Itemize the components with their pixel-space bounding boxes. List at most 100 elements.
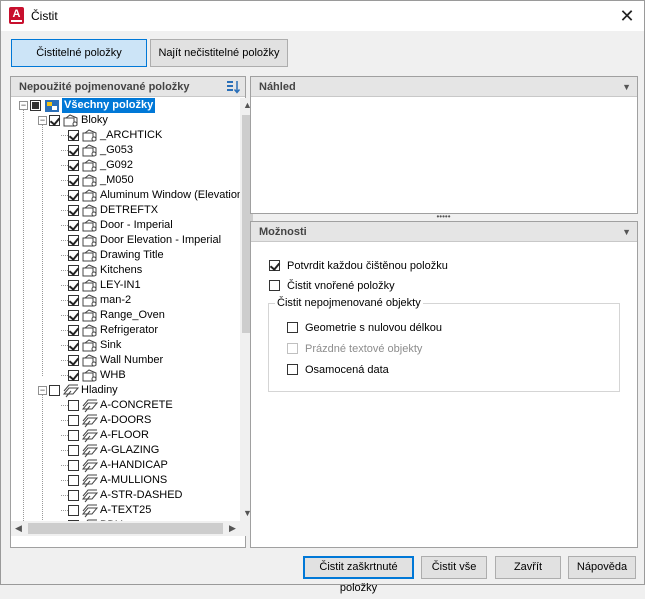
tree-item[interactable]: _G053: [11, 143, 240, 158]
orphaned-data-checkbox[interactable]: [287, 364, 298, 375]
tree-group-blocks[interactable]: − Bloky: [11, 113, 240, 128]
item-checkbox[interactable]: [68, 505, 79, 516]
tree-item-label: A-HANDICAP: [100, 459, 168, 471]
item-checkbox[interactable]: [68, 265, 79, 276]
tree-item[interactable]: Refrigerator: [11, 323, 240, 338]
item-checkbox[interactable]: [68, 355, 79, 366]
item-checkbox[interactable]: [68, 235, 79, 246]
horizontal-scroll-thumb[interactable]: [28, 523, 223, 534]
item-checkbox[interactable]: [68, 310, 79, 321]
tree-item[interactable]: Door Elevation - Imperial: [11, 233, 240, 248]
item-checkbox[interactable]: [68, 400, 79, 411]
collapse-options-icon[interactable]: ▼: [622, 222, 631, 242]
tree-item[interactable]: WHB: [11, 368, 240, 383]
tree-item[interactable]: A-FLOOR: [11, 428, 240, 443]
sort-icon[interactable]: [225, 79, 241, 95]
tree-item[interactable]: _M050: [11, 173, 240, 188]
group-checkbox[interactable]: [49, 115, 60, 126]
block-icon: [82, 219, 98, 233]
tree-item[interactable]: A-HANDICAP: [11, 458, 240, 473]
tree-item[interactable]: A-MULLIONS: [11, 473, 240, 488]
layer-icon: [81, 414, 99, 428]
tree-item[interactable]: A-CONCRETE: [11, 398, 240, 413]
tree-item-label: A-GLAZING: [100, 444, 160, 456]
tree-item[interactable]: _ARCHTICK: [11, 128, 240, 143]
item-checkbox[interactable]: [68, 190, 79, 201]
confirm-each-checkbox[interactable]: [269, 260, 280, 271]
item-checkbox[interactable]: [68, 145, 79, 156]
tree-item-label: Drawing Title: [100, 249, 164, 261]
item-checkbox[interactable]: [68, 205, 79, 216]
item-checkbox[interactable]: [68, 250, 79, 261]
tree-item-label: LEY-IN1: [100, 279, 141, 291]
purge-nested-checkbox[interactable]: [269, 280, 280, 291]
tree-item[interactable]: A-DOORS: [11, 413, 240, 428]
tree-item[interactable]: man-2: [11, 293, 240, 308]
tree-item[interactable]: Door - Imperial: [11, 218, 240, 233]
tree-item[interactable]: Aluminum Window (Elevation): [11, 188, 240, 203]
preview-panel-header[interactable]: Náhled ▼: [251, 77, 637, 97]
item-checkbox[interactable]: [68, 415, 79, 426]
tree-item[interactable]: _G092: [11, 158, 240, 173]
item-checkbox[interactable]: [68, 160, 79, 171]
root-checkbox[interactable]: [30, 100, 41, 111]
block-icon: [82, 204, 98, 218]
collapse-node-icon[interactable]: −: [19, 101, 28, 110]
item-checkbox[interactable]: [68, 220, 79, 231]
collapse-preview-icon[interactable]: ▼: [622, 77, 631, 97]
collapse-node-icon[interactable]: −: [38, 116, 47, 125]
options-panel-header[interactable]: Možnosti ▼: [251, 222, 637, 242]
layer-icon: [81, 429, 99, 443]
item-checkbox[interactable]: [68, 280, 79, 291]
tree-connector: [42, 125, 43, 376]
tree-item[interactable]: Kitchens: [11, 263, 240, 278]
item-checkbox[interactable]: [68, 175, 79, 186]
zero-length-checkbox[interactable]: [287, 322, 298, 333]
tree-item[interactable]: A-GLAZING: [11, 443, 240, 458]
block-icon: [82, 189, 98, 203]
tree-group-layers[interactable]: − Hladiny: [11, 383, 240, 398]
tree-item[interactable]: LEY-IN1: [11, 278, 240, 293]
item-checkbox[interactable]: [68, 430, 79, 441]
tree-item[interactable]: A-TEXT25: [11, 503, 240, 518]
tree-group-label: Bloky: [81, 114, 108, 126]
unused-items-panel: Nepoužité pojmenované položky − Všechny p…: [10, 76, 255, 548]
close-button[interactable]: Zavřít: [495, 556, 561, 579]
collapse-node-icon[interactable]: −: [38, 386, 47, 395]
tree-item-label: Door - Imperial: [100, 219, 173, 231]
block-icon: [82, 354, 98, 368]
layer-icon: [81, 489, 99, 503]
tree-item[interactable]: Wall Number: [11, 353, 240, 368]
tab-purgeable-items[interactable]: Čistitelné položky: [11, 39, 147, 67]
purge-tree[interactable]: − Všechny položky − Bloky _ARCHTICK _G053 _G09…: [11, 98, 240, 521]
block-icon: [82, 249, 98, 263]
item-checkbox[interactable]: [68, 475, 79, 486]
tree-item[interactable]: Drawing Title: [11, 248, 240, 263]
item-checkbox[interactable]: [68, 370, 79, 381]
tree-connector: [23, 110, 24, 521]
tree-item-label: Refrigerator: [100, 324, 159, 336]
item-checkbox[interactable]: [68, 340, 79, 351]
tab-find-non-purgeable-items[interactable]: Najít nečistitelné položky: [150, 39, 288, 67]
purge-all-button[interactable]: Čistit vše: [421, 556, 487, 579]
tree-item[interactable]: DETREFTX: [11, 203, 240, 218]
item-checkbox[interactable]: [68, 325, 79, 336]
purge-checked-button[interactable]: Čistit zaškrtnuté položky: [303, 556, 414, 594]
tree-item[interactable]: Range_Oven: [11, 308, 240, 323]
item-checkbox[interactable]: [68, 130, 79, 141]
tree-item[interactable]: A-STR-DASHED: [11, 488, 240, 503]
tree-panel-header: Nepoužité pojmenované položky: [11, 77, 245, 97]
tree-horizontal-scrollbar[interactable]: ◀ ▶: [11, 521, 240, 536]
close-window-icon[interactable]: ✕: [610, 1, 644, 31]
options-panel-title: Možnosti: [259, 226, 307, 238]
item-checkbox[interactable]: [68, 460, 79, 471]
tree-item[interactable]: Sink: [11, 338, 240, 353]
item-checkbox[interactable]: [68, 490, 79, 501]
scroll-right-icon[interactable]: ▶: [225, 521, 240, 536]
scroll-left-icon[interactable]: ◀: [11, 521, 26, 536]
group-checkbox[interactable]: [49, 385, 60, 396]
help-button[interactable]: Nápověda: [568, 556, 636, 579]
item-checkbox[interactable]: [68, 445, 79, 456]
item-checkbox[interactable]: [68, 295, 79, 306]
tree-root-all-items[interactable]: − Všechny položky: [11, 98, 240, 113]
